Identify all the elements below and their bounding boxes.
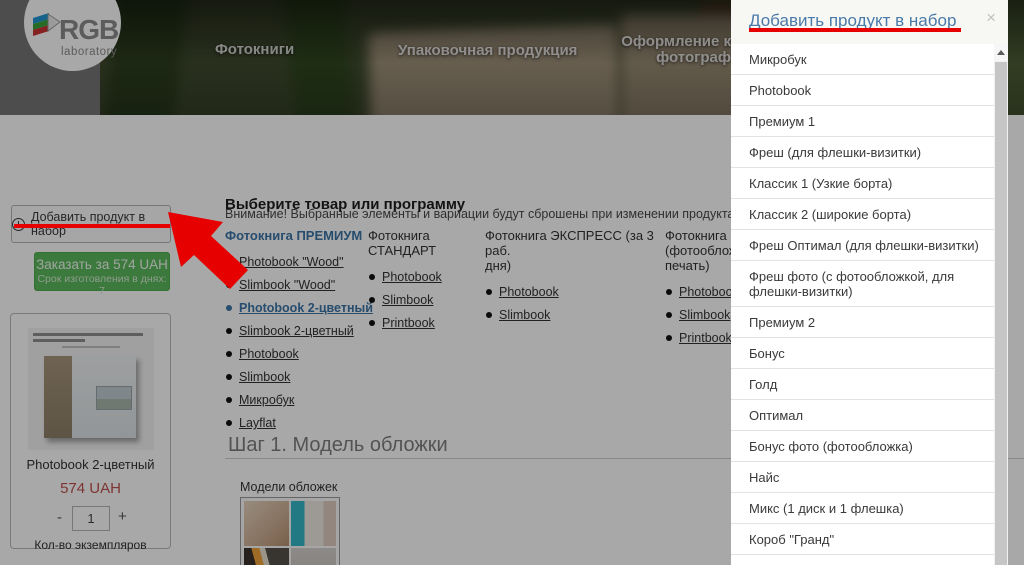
close-icon[interactable]: ×: [986, 8, 996, 28]
panel-product-label: Фреш фото (с фотообложкой, для флешки-ви…: [749, 269, 954, 299]
panel-header: Добавить продукт в набор ×: [731, 0, 1008, 44]
panel-product-item[interactable]: Фреш (для флешки-визитки): [731, 137, 994, 168]
panel-product-item[interactable]: Найс: [731, 462, 994, 493]
add-product-panel: Добавить продукт в набор × Микробук Photo…: [731, 0, 1008, 565]
panel-product-label: Фреш (для флешки-визитки): [749, 145, 921, 160]
panel-product-label: Премиум 2: [749, 315, 815, 330]
panel-product-label: Бонус: [749, 346, 785, 361]
panel-product-label: Микс (1 диск и 1 флешка): [749, 501, 904, 516]
panel-product-item[interactable]: Классик 2 (широкие борта): [731, 199, 994, 230]
panel-product-item[interactable]: Короб "Гранд": [731, 524, 994, 555]
screen: RGB laboratory Фотокниги Упаковочная про…: [0, 0, 1024, 565]
panel-product-item[interactable]: Микс (1 диск и 1 флешка): [731, 493, 994, 524]
panel-product-label: Короб "Гранд": [749, 532, 834, 547]
panel-product-label: Классик 1 (Узкие борта): [749, 176, 892, 191]
panel-product-item[interactable]: Классик 1 (Узкие борта): [731, 168, 994, 199]
panel-product-item[interactable]: Бонус фото (фотообложка): [731, 431, 994, 462]
scrollbar-thumb[interactable]: [995, 62, 1007, 565]
panel-scrollbar[interactable]: [994, 44, 1008, 565]
panel-product-item[interactable]: Оптимал: [731, 400, 994, 431]
panel-product-item[interactable]: Премиум 1: [731, 106, 994, 137]
panel-product-label: Photobook: [749, 83, 811, 98]
panel-product-label: Классик 2 (широкие борта): [749, 207, 911, 222]
panel-product-item[interactable]: Фреш Оптимал (для флешки-визитки): [731, 230, 994, 261]
panel-product-label: Бонус фото (фотообложка): [749, 439, 913, 454]
panel-product-label: Найс: [749, 470, 779, 485]
panel-product-item[interactable]: Голд: [731, 369, 994, 400]
panel-product-label: Премиум 1: [749, 114, 815, 129]
panel-product-label: Голд: [749, 377, 777, 392]
panel-product-item[interactable]: Микробук: [731, 44, 994, 75]
panel-product-item[interactable]: Бонус: [731, 338, 994, 369]
panel-product-list: Микробук Photobook Премиум 1 Фреш (для флеш…: [731, 44, 994, 565]
panel-product-label: Микробук: [749, 52, 807, 67]
scroll-up-icon: [997, 50, 1005, 55]
panel-product-label: Фреш Оптимал (для флешки-визитки): [749, 238, 979, 253]
panel-product-item[interactable]: Премиум 2: [731, 307, 994, 338]
panel-product-item[interactable]: Фреш фото (с фотообложкой, для флешки-ви…: [731, 261, 994, 307]
panel-title: Добавить продукт в набор: [749, 11, 956, 31]
panel-product-item[interactable]: Photobook: [731, 75, 994, 106]
scroll-up-button[interactable]: [994, 44, 1008, 61]
panel-product-label: Оптимал: [749, 408, 803, 423]
